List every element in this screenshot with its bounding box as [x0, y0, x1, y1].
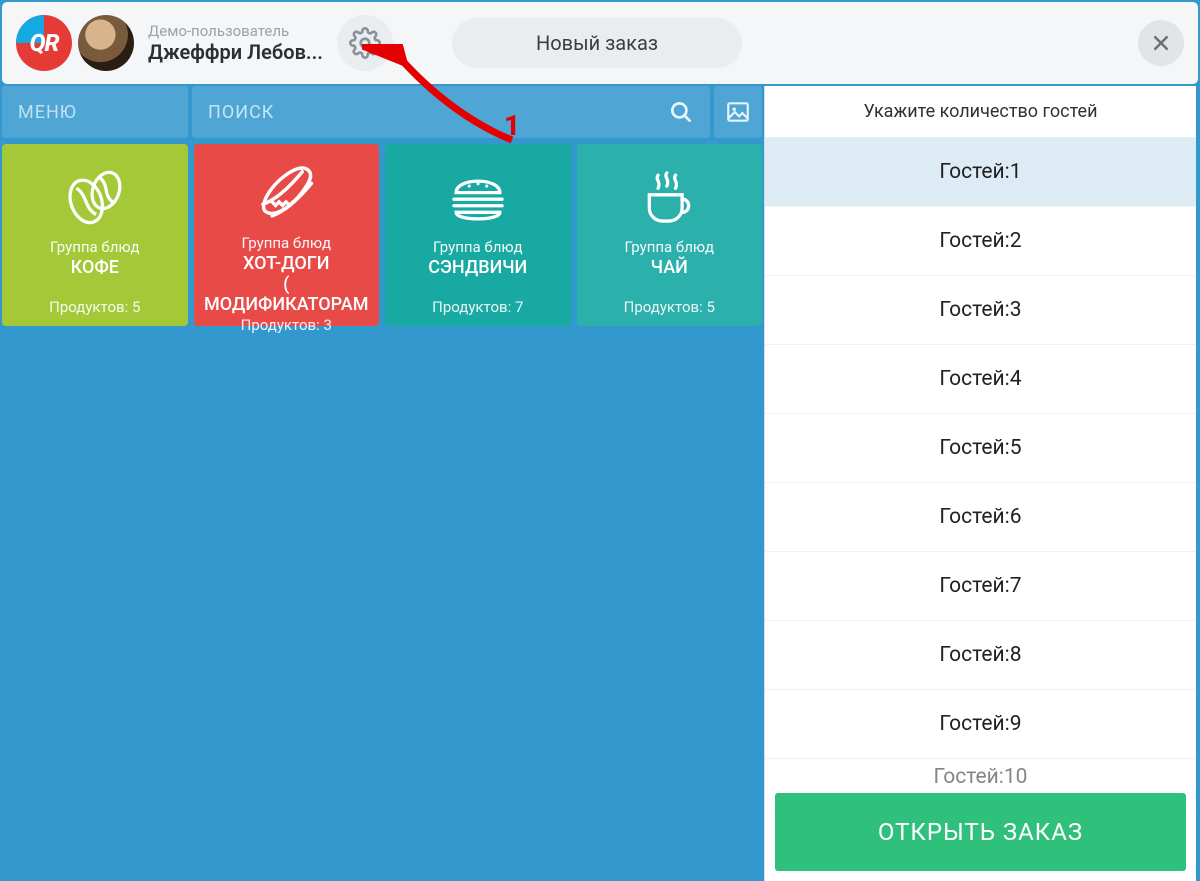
user-role-label: Демо-пользователь: [148, 22, 323, 40]
category-tiles: Группа блюд КОФЕ Продуктов: 5 Группа блю…: [0, 138, 764, 326]
main-area: МЕНЮ ПОИСК: [0, 86, 1200, 881]
tea-icon: [634, 158, 704, 236]
close-button[interactable]: [1138, 20, 1184, 66]
tile-name: ХОТ-ДОГИ ( МОДИФИКАТОРАМ: [200, 254, 374, 316]
gear-icon: [349, 27, 381, 59]
tile-count: Продуктов: 3: [241, 316, 332, 334]
guest-row-7[interactable]: Гостей: 7: [765, 552, 1196, 621]
left-column: МЕНЮ ПОИСК: [0, 86, 764, 881]
tile-group-label: Группа блюд: [241, 234, 331, 252]
new-order-pill[interactable]: Новый заказ: [452, 18, 742, 68]
settings-button[interactable]: [337, 15, 393, 71]
avatar[interactable]: [78, 15, 134, 71]
guest-row-4[interactable]: Гостей: 4: [765, 345, 1196, 414]
guest-row-2[interactable]: Гостей: 2: [765, 207, 1196, 276]
coffee-bean-icon: [60, 158, 130, 236]
tile-group-label: Группа блюд: [433, 238, 523, 256]
guest-row-9[interactable]: Гостей: 9: [765, 690, 1196, 759]
guests-panel: Укажите количество гостей Гостей: 1 Гост…: [764, 86, 1196, 881]
tile-count: Продуктов: 5: [49, 298, 140, 316]
burger-icon: [443, 158, 513, 236]
guest-row-6[interactable]: Гостей: 6: [765, 483, 1196, 552]
menu-bar: МЕНЮ ПОИСК: [0, 86, 764, 138]
user-name-label: Джеффри Лебов...: [148, 40, 323, 64]
header-bar: QR Демо-пользователь Джеффри Лебов... Но…: [2, 2, 1198, 84]
image-toggle-button[interactable]: [714, 86, 762, 138]
close-icon: [1151, 33, 1171, 53]
category-tile-sandwiches[interactable]: Группа блюд СЭНДВИЧИ Продуктов: 7: [385, 144, 571, 326]
hotdog-icon: [249, 158, 323, 232]
image-icon: [725, 99, 751, 125]
user-block[interactable]: Демо-пользователь Джеффри Лебов...: [148, 22, 323, 64]
guest-row-8[interactable]: Гостей: 8: [765, 621, 1196, 690]
tile-name: СЭНДВИЧИ: [428, 258, 527, 279]
open-order-wrap: ОТКРЫТЬ ЗАКАЗ: [771, 789, 1190, 875]
guests-header: Укажите количество гостей: [765, 86, 1196, 138]
app-logo[interactable]: QR: [16, 15, 72, 71]
tile-group-label: Группа блюд: [50, 238, 140, 256]
menu-label: МЕНЮ: [18, 102, 77, 123]
search-icon: [668, 99, 694, 125]
guest-row-3[interactable]: Гостей: 3: [765, 276, 1196, 345]
tile-name: КОФЕ: [71, 258, 119, 279]
open-order-label: ОТКРЫТЬ ЗАКАЗ: [878, 818, 1083, 846]
app-logo-text: QR: [16, 15, 72, 71]
search-placeholder: ПОИСК: [208, 102, 274, 123]
tile-group-label: Группа блюд: [624, 238, 714, 256]
category-tile-tea[interactable]: Группа блюд ЧАЙ Продуктов: 5: [577, 144, 763, 326]
guest-row-5[interactable]: Гостей: 5: [765, 414, 1196, 483]
new-order-label: Новый заказ: [536, 31, 658, 55]
tile-count: Продуктов: 7: [432, 298, 523, 316]
open-order-button[interactable]: ОТКРЫТЬ ЗАКАЗ: [775, 793, 1186, 871]
tile-count: Продуктов: 5: [624, 298, 715, 316]
menu-button[interactable]: МЕНЮ: [2, 86, 188, 138]
category-tile-coffee[interactable]: Группа блюд КОФЕ Продуктов: 5: [2, 144, 188, 326]
tile-name: ЧАЙ: [651, 258, 688, 279]
category-tile-hotdogs[interactable]: Группа блюд ХОТ-ДОГИ ( МОДИФИКАТОРАМ Про…: [194, 144, 380, 326]
search-input[interactable]: ПОИСК: [192, 86, 710, 138]
guests-list[interactable]: Гостей: 1 Гостей: 2 Гостей: 3 Гостей: 4 …: [765, 138, 1196, 881]
guest-row-1[interactable]: Гостей: 1: [765, 138, 1196, 207]
